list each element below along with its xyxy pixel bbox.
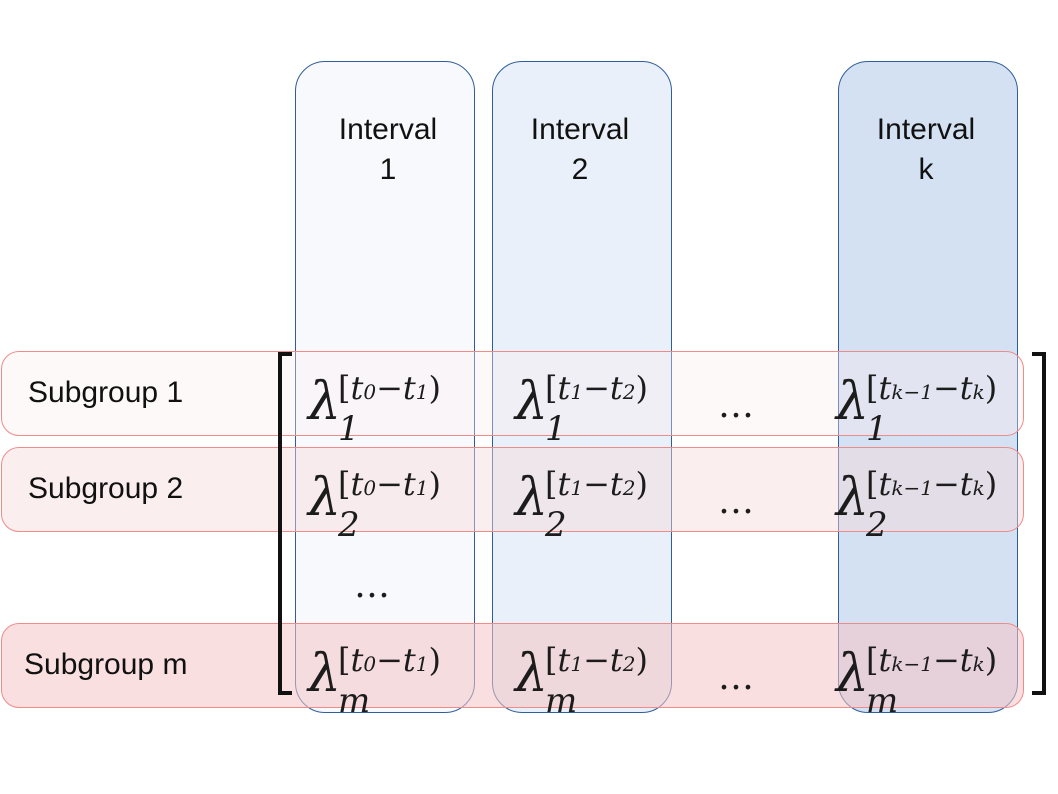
row-1-ellipsis: … <box>718 385 760 426</box>
subgroup-label-m: Subgroup m <box>24 648 188 681</box>
lambda-entry: λ 1 [t1−t2) <box>515 372 648 446</box>
lambda-superscript: [t0−t1) <box>338 369 441 407</box>
lambda-superscript: [tk−1−tk) <box>866 369 998 407</box>
lambda-entry: λ 1 [t0−t1) <box>308 372 441 446</box>
lambda-subscript: m <box>866 681 899 721</box>
lambda-symbol: λ <box>836 644 869 704</box>
lambda-symbol: λ <box>515 468 548 528</box>
lambda-subscript: 2 <box>338 505 360 545</box>
lambda-symbol: λ <box>308 372 341 432</box>
column-ellipsis: … <box>354 565 396 606</box>
lambda-entry: λ 2 [t0−t1) <box>308 468 441 542</box>
lambda-superscript: [tk−1−tk) <box>866 465 998 503</box>
lambda-subscript: 2 <box>866 505 888 545</box>
lambda-superscript: [t0−t1) <box>338 641 441 679</box>
lambda-symbol: λ <box>308 468 341 528</box>
row-m-ellipsis: … <box>718 657 760 698</box>
lambda-subscript: 2 <box>545 505 567 545</box>
lambda-entry: λ 2 [t1−t2) <box>515 468 648 542</box>
lambda-superscript: [t1−t2) <box>545 369 648 407</box>
lambda-symbol: λ <box>836 372 869 432</box>
lambda-subscript: m <box>545 681 578 721</box>
subgroup-label-2: Subgroup 2 <box>28 472 184 505</box>
lambda-entry: λ m [t1−t2) <box>515 644 648 718</box>
lambda-entry: λ 2 [tk−1−tk) <box>836 468 997 542</box>
lambda-symbol: λ <box>308 644 341 704</box>
lambda-symbol: λ <box>836 468 869 528</box>
left-bracket <box>278 352 292 695</box>
lambda-subscript: m <box>338 681 371 721</box>
lambda-entry: λ m [tk−1−tk) <box>836 644 997 718</box>
interval-label-1: Interval 1 <box>338 113 438 186</box>
interval-label-2: Interval 2 <box>530 113 630 186</box>
lambda-superscript: [tk−1−tk) <box>866 641 998 679</box>
lambda-subscript: 1 <box>866 409 888 449</box>
row-2-ellipsis: … <box>718 481 760 522</box>
lambda-symbol: λ <box>515 644 548 704</box>
lambda-subscript: 1 <box>338 409 360 449</box>
interval-label-k: Interval k <box>876 113 976 186</box>
lambda-entry: λ m [t0−t1) <box>308 644 441 718</box>
lambda-subscript: 1 <box>545 409 567 449</box>
subgroup-label-1: Subgroup 1 <box>28 376 184 409</box>
lambda-superscript: [t1−t2) <box>545 465 648 503</box>
lambda-entry: λ 1 [tk−1−tk) <box>836 372 997 446</box>
lambda-symbol: λ <box>515 372 548 432</box>
lambda-superscript: [t1−t2) <box>545 641 648 679</box>
lambda-superscript: [t0−t1) <box>338 465 441 503</box>
right-bracket <box>1032 352 1046 695</box>
